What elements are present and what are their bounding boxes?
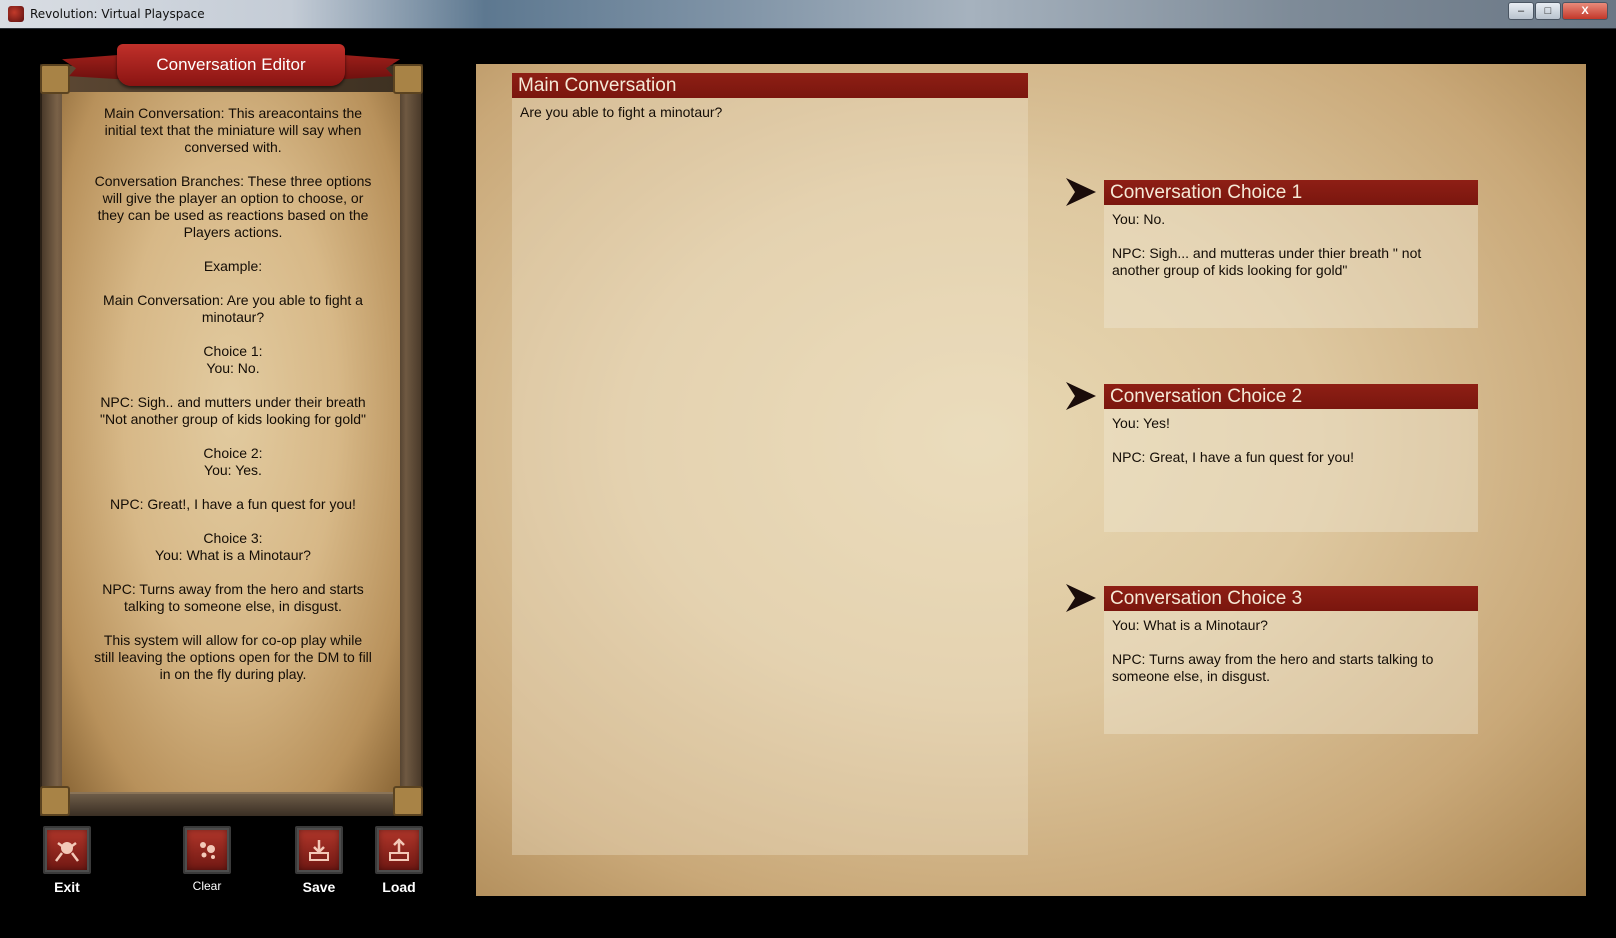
instruction-text: Example: <box>203 258 263 274</box>
load-icon[interactable] <box>375 826 423 874</box>
instruction-text: Main Conversation: This areacontains the… <box>103 105 363 155</box>
app-icon <box>8 6 24 22</box>
minimize-button[interactable]: – <box>1508 2 1534 20</box>
choice-2-npc-text[interactable]: NPC: Great, I have a fun quest for you! <box>1112 449 1468 466</box>
editor-frame-bottom <box>40 792 423 816</box>
frame-corner-ornament <box>393 64 423 94</box>
choice-1-header: Conversation Choice 1 <box>1104 180 1478 205</box>
choice-arrow-icon <box>1066 382 1096 410</box>
exit-label: Exit <box>54 879 80 895</box>
main-conversation-text[interactable]: Are you able to fight a minotaur? <box>520 104 1020 121</box>
choice-2-header: Conversation Choice 2 <box>1104 384 1478 409</box>
choice-3-npc-text[interactable]: NPC: Turns away from the hero and starts… <box>1112 651 1468 685</box>
clear-button[interactable]: Clear <box>180 826 234 893</box>
choice-1-you-text[interactable]: You: No. <box>1112 211 1468 228</box>
exit-icon[interactable] <box>43 826 91 874</box>
load-label: Load <box>382 879 416 895</box>
choice-2-you-text[interactable]: You: Yes! <box>1112 415 1468 432</box>
main-conversation-box[interactable] <box>512 73 1028 855</box>
save-button[interactable]: Save <box>292 826 346 895</box>
maximize-button[interactable]: □ <box>1535 2 1561 20</box>
window-controls: – □ X <box>1507 2 1608 20</box>
instruction-text: Choice 3: You: What is a Minotaur? <box>155 530 311 563</box>
instruction-text: NPC: Turns away from the hero and starts… <box>102 581 364 614</box>
clear-icon[interactable] <box>183 826 231 874</box>
instruction-text: Main Conversation: Are you able to fight… <box>103 292 363 325</box>
close-button[interactable]: X <box>1562 2 1608 20</box>
choice-1-npc-text[interactable]: NPC: Sigh... and mutteras under thier br… <box>1112 245 1468 279</box>
save-label: Save <box>302 879 336 895</box>
instruction-text: NPC: Great!, I have a fun quest for you! <box>110 496 356 512</box>
instruction-text: This system will allow for co-op play wh… <box>94 632 372 682</box>
instruction-text: Choice 2: You: Yes. <box>203 445 263 478</box>
choice-arrow-icon <box>1066 584 1096 612</box>
save-icon[interactable] <box>295 826 343 874</box>
editor-title: Conversation Editor <box>156 55 306 74</box>
editor-instructions: Main Conversation: This areacontains the… <box>92 105 374 700</box>
main-conversation-header: Main Conversation <box>512 73 1028 98</box>
exit-button[interactable]: Exit <box>40 826 94 895</box>
clear-label: Clear <box>192 879 222 893</box>
choice-3-you-text[interactable]: You: What is a Minotaur? <box>1112 617 1468 634</box>
instruction-text: NPC: Sigh.. and mutters under their brea… <box>100 394 366 427</box>
frame-corner-ornament <box>40 786 70 816</box>
window-title: Revolution: Virtual Playspace <box>30 7 205 21</box>
window-titlebar: Revolution: Virtual Playspace – □ X <box>0 0 1616 29</box>
instruction-text: Choice 1: You: No. <box>203 343 263 376</box>
frame-corner-ornament <box>393 786 423 816</box>
choice-3-header: Conversation Choice 3 <box>1104 586 1478 611</box>
instruction-text: Conversation Branches: These three optio… <box>94 173 372 240</box>
editor-title-banner: Conversation Editor <box>117 44 345 86</box>
choice-arrow-icon <box>1066 178 1096 206</box>
load-button[interactable]: Load <box>372 826 426 895</box>
frame-corner-ornament <box>40 64 70 94</box>
